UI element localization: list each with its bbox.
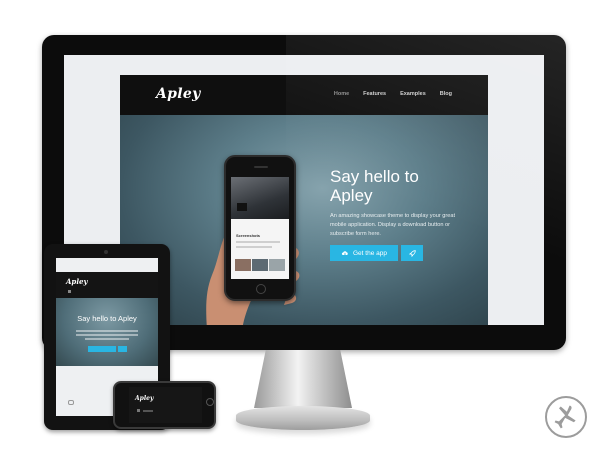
site-navbar: Apley Home Features Examples Blog — [120, 75, 488, 115]
site-logo[interactable]: Apley — [156, 86, 201, 102]
screenshot-thumbnail[interactable] — [235, 259, 251, 271]
text-line — [143, 410, 153, 412]
phone-landscape-screen: Apley — [129, 387, 202, 423]
phone-landscape-device: Apley — [113, 381, 216, 429]
featured-phone: Screenshots — [224, 155, 296, 301]
home-button — [206, 398, 214, 406]
screenshots-heading: Screenshots — [236, 233, 261, 238]
phone-app-screen: Screenshots — [231, 177, 289, 279]
get-the-app-button[interactable]: Get the app — [330, 245, 398, 261]
menu-icon[interactable] — [137, 409, 140, 412]
airplane-badge — [545, 396, 587, 438]
nav-link-blog[interactable]: Blog — [440, 91, 452, 97]
tablet-hero-title: Say hello to Apley — [77, 314, 137, 323]
nav-link-examples[interactable]: Examples — [400, 91, 426, 97]
screenshot-thumbnail[interactable] — [252, 259, 268, 271]
tablet-hero: Say hello to Apley — [56, 298, 158, 366]
phone-site-logo[interactable]: Apley — [135, 395, 153, 402]
nav-link-home[interactable]: Home — [334, 91, 349, 97]
hero-title: Say hello to Apley — [330, 167, 419, 205]
text-line — [76, 334, 138, 336]
nav-links: Home Features Examples Blog — [334, 91, 452, 97]
hero-description: An amazing showcase theme to display you… — [330, 213, 455, 237]
tablet-secondary-button[interactable] — [118, 346, 127, 352]
monitor-stand-base — [236, 406, 370, 430]
text-line — [85, 338, 129, 340]
menu-icon[interactable] — [68, 290, 71, 293]
home-button — [256, 284, 266, 294]
nav-link-features[interactable]: Features — [363, 91, 386, 97]
secondary-app-button[interactable] — [401, 245, 423, 261]
screenshot-thumbnail[interactable] — [269, 259, 285, 271]
tablet-get-app-button[interactable] — [88, 346, 116, 352]
app-header-photo — [231, 177, 289, 219]
monitor-stand-neck — [254, 350, 352, 408]
tablet-site-logo[interactable]: Apley — [66, 277, 88, 286]
get-the-app-label: Get the app — [353, 249, 387, 257]
text-line — [236, 246, 272, 248]
text-line — [236, 241, 280, 243]
text-line — [76, 330, 138, 332]
video-thumbnail — [237, 203, 247, 211]
phone-speaker — [254, 166, 268, 168]
tablet-camera — [104, 250, 108, 254]
cloud-icon — [68, 400, 74, 405]
rocket-icon — [408, 249, 416, 257]
tablet-navbar: Apley — [56, 272, 158, 298]
airplane-icon — [554, 405, 576, 429]
website-preview: Apley Home Features Examples Blog Screen… — [120, 75, 488, 325]
cloud-download-icon — [341, 251, 348, 256]
hero-section: Screenshots Say hello to Apley An amazin… — [120, 115, 488, 325]
